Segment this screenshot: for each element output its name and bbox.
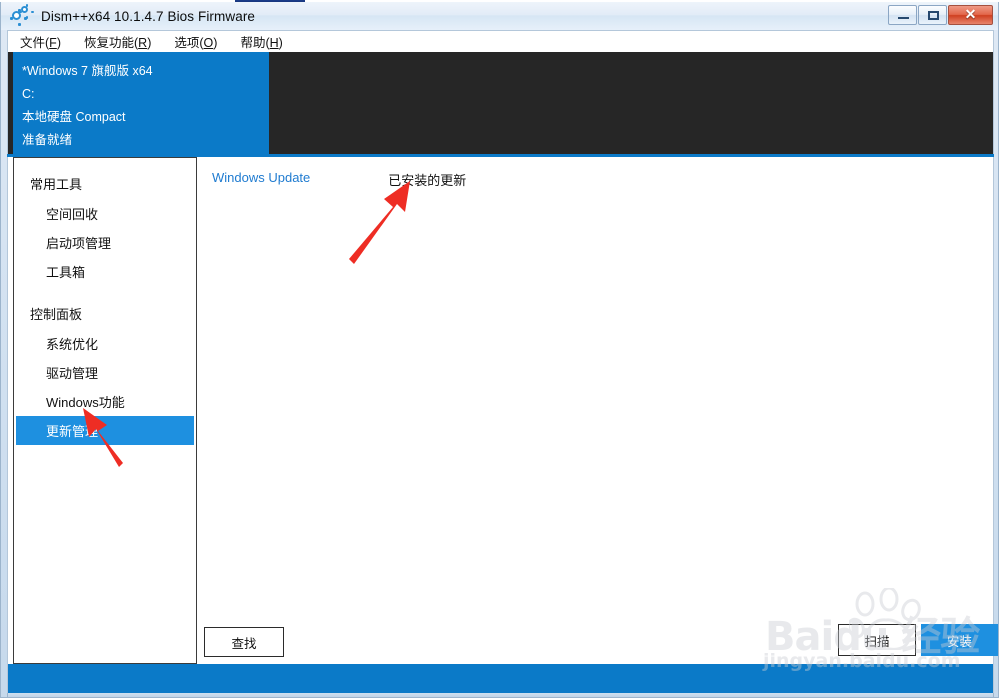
sidebar-group-control-panel: 控制面板 (30, 307, 83, 322)
system-info-band: *Windows 7 旗舰版 x64 C: 本地硬盘 Compact 准备就绪 (7, 52, 994, 154)
install-button[interactable]: 安装 (921, 624, 998, 656)
content-pane: Windows Update 已安装的更新 查找 扫描 安装 (204, 157, 998, 664)
info-disk: 本地硬盘 Compact (22, 110, 126, 124)
system-info-panel: *Windows 7 旗舰版 x64 C: 本地硬盘 Compact 准备就绪 (13, 52, 269, 154)
footer-bar (7, 664, 994, 693)
menu-bar: 文件(F) 恢复功能(R) 选项(O) 帮助(H) (7, 30, 994, 52)
window-controls: ✕ (888, 5, 993, 25)
sidebar-item-space-recycle[interactable]: 空间回收 (14, 199, 196, 228)
sidebar-item-windows-features[interactable]: Windows功能 (14, 387, 196, 416)
menu-item-recovery[interactable]: 恢复功能(R) (84, 32, 151, 51)
title-bar: Dism++x64 10.1.4.7 Bios Firmware ✕ (1, 2, 998, 30)
tab-installed-updates[interactable]: 已安装的更新 (388, 170, 466, 189)
close-button[interactable]: ✕ (948, 5, 993, 25)
maximize-icon (928, 11, 939, 20)
minimize-button[interactable] (888, 5, 917, 25)
main-body: 常用工具 空间回收 启动项管理 工具箱 控制面板 系统优化 驱动管理 Windo… (7, 157, 998, 664)
minimize-icon (898, 17, 909, 19)
sidebar-item-toolbox[interactable]: 工具箱 (14, 257, 196, 286)
menu-item-file[interactable]: 文件(F) (20, 32, 61, 51)
scan-button[interactable]: 扫描 (838, 624, 916, 656)
window-title: Dism++x64 10.1.4.7 Bios Firmware (41, 8, 256, 24)
find-button[interactable]: 查找 (204, 627, 284, 657)
sidebar-item-update-manager[interactable]: 更新管理 (16, 416, 194, 445)
window-bottom-frame (7, 693, 994, 698)
info-status: 准备就绪 (22, 133, 73, 147)
sidebar-item-driver-manager[interactable]: 驱动管理 (14, 358, 196, 387)
tab-windows-update[interactable]: Windows Update (212, 170, 310, 189)
maximize-button[interactable] (918, 5, 947, 25)
gears-icon (10, 4, 36, 27)
screenshot-root: Dism++x64 10.1.4.7 Bios Firmware ✕ 文件(F)… (0, 0, 999, 698)
sidebar-item-startup-manager[interactable]: 启动项管理 (14, 228, 196, 257)
sidebar-navigation: 常用工具 空间回收 启动项管理 工具箱 控制面板 系统优化 驱动管理 Windo… (13, 157, 197, 664)
menu-item-help[interactable]: 帮助(H) (240, 32, 282, 51)
dism-main-window: Dism++x64 10.1.4.7 Bios Firmware ✕ 文件(F)… (0, 2, 999, 698)
menu-item-options[interactable]: 选项(O) (174, 32, 217, 51)
info-drive: C: (22, 87, 35, 101)
sidebar-group-common-tools: 常用工具 (30, 177, 83, 192)
info-os: *Windows 7 旗舰版 x64 (22, 64, 153, 78)
content-tabs: Windows Update 已安装的更新 (212, 170, 466, 189)
close-icon: ✕ (964, 7, 977, 23)
sidebar-item-system-optimize[interactable]: 系统优化 (14, 329, 196, 358)
